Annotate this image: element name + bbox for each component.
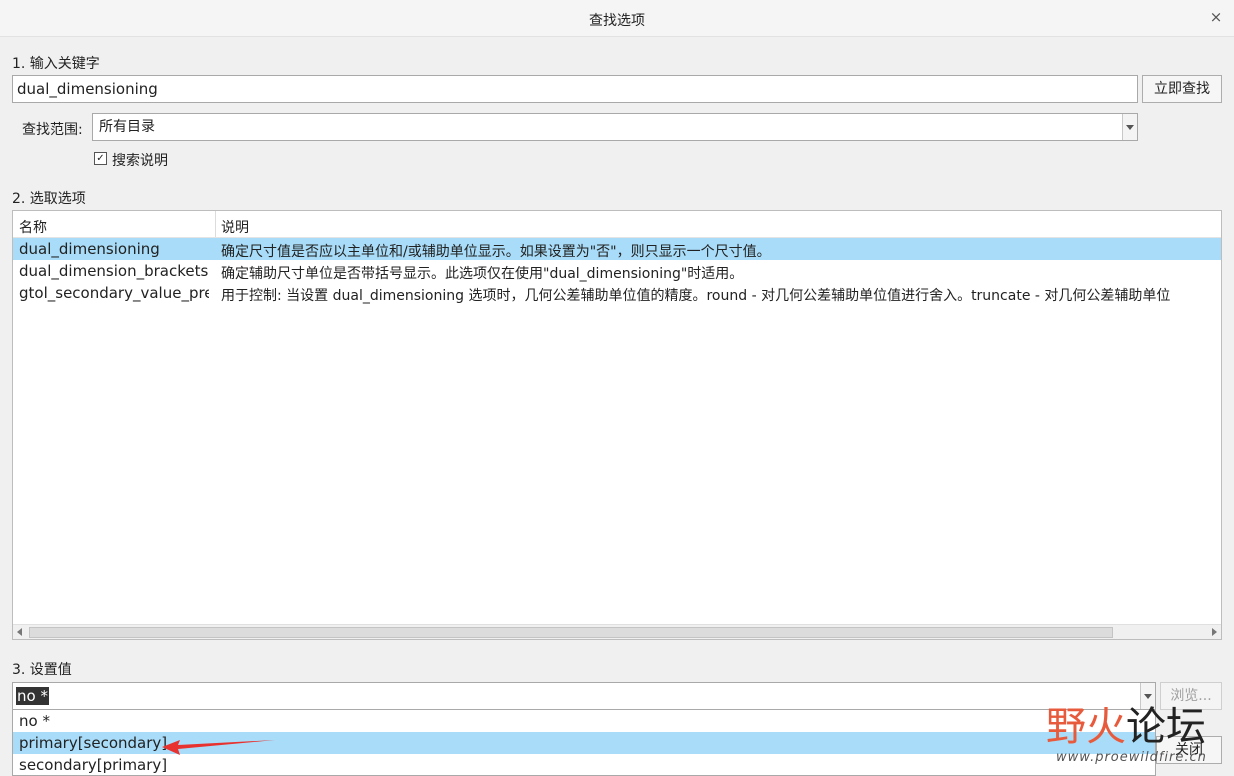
row-description: 确定尺寸值是否应以主单位和/或辅助单位显示。如果设置为"否"，则只显示一个尺寸值… — [221, 244, 771, 260]
table-row[interactable]: gtol_secondary_value_pre 用于控制: 当设置 dual_… — [13, 282, 1221, 304]
table-header: 名称 说明 — [13, 211, 1221, 238]
watermark-text-dark: 论坛 — [1126, 704, 1206, 750]
column-header-name[interactable]: 名称 — [19, 217, 47, 237]
row-description: 确定辅助尺寸单位是否带括号显示。此选项仅在使用"dual_dimensionin… — [221, 266, 744, 282]
forum-watermark-logo: 野火论坛 www.proewildfire.cn — [1046, 694, 1232, 774]
section-set-value-label: 3. 设置值 — [12, 662, 72, 678]
section-select-option-label: 2. 选取选项 — [12, 191, 86, 207]
table-row[interactable]: dual_dimensioning 确定尺寸值是否应以主单位和/或辅助单位显示。… — [13, 238, 1221, 260]
scope-label: 查找范围: — [22, 122, 83, 138]
scrollbar-thumb[interactable] — [29, 627, 1113, 638]
table-row[interactable]: dual_dimension_brackets 确定辅助尺寸单位是否带括号显示。… — [13, 260, 1221, 282]
keyword-input[interactable]: dual_dimensioning — [12, 75, 1138, 103]
column-divider[interactable] — [215, 211, 216, 237]
row-name: gtol_secondary_value_pre — [19, 284, 209, 302]
title-bar: 查找选项 × — [0, 0, 1234, 37]
row-description: 用于控制: 当设置 dual_dimensioning 选项时，几何公差辅助单位… — [221, 288, 1171, 304]
window-title: 查找选项 — [589, 13, 645, 29]
column-header-description[interactable]: 说明 — [221, 217, 249, 237]
horizontal-scrollbar[interactable] — [13, 624, 1221, 639]
scope-select[interactable]: 所有目录 — [92, 113, 1138, 141]
scope-value: 所有目录 — [99, 119, 155, 135]
scroll-left-icon[interactable] — [13, 625, 27, 639]
row-name: dual_dimension_brackets — [19, 262, 209, 280]
value-input-text[interactable]: no * — [16, 687, 49, 705]
options-table: 名称 说明 dual_dimensioning 确定尺寸值是否应以主单位和/或辅… — [12, 210, 1222, 640]
scroll-right-icon[interactable] — [1207, 625, 1221, 639]
watermark-url: www.proewildfire.cn — [1056, 750, 1207, 765]
search-description-checkbox[interactable]: ✓ — [94, 152, 107, 165]
row-name: dual_dimensioning — [19, 240, 160, 258]
close-icon[interactable]: × — [1208, 8, 1224, 28]
search-description-label: 搜索说明 — [112, 153, 168, 169]
watermark-text-red: 野火 — [1046, 704, 1126, 750]
annotation-arrow-icon — [162, 740, 275, 755]
chevron-down-icon[interactable] — [1122, 114, 1137, 140]
value-combo[interactable]: no * — [12, 682, 1156, 710]
search-now-button[interactable]: 立即查找 — [1142, 75, 1222, 103]
section-keyword-label: 1. 输入关键字 — [12, 56, 100, 72]
